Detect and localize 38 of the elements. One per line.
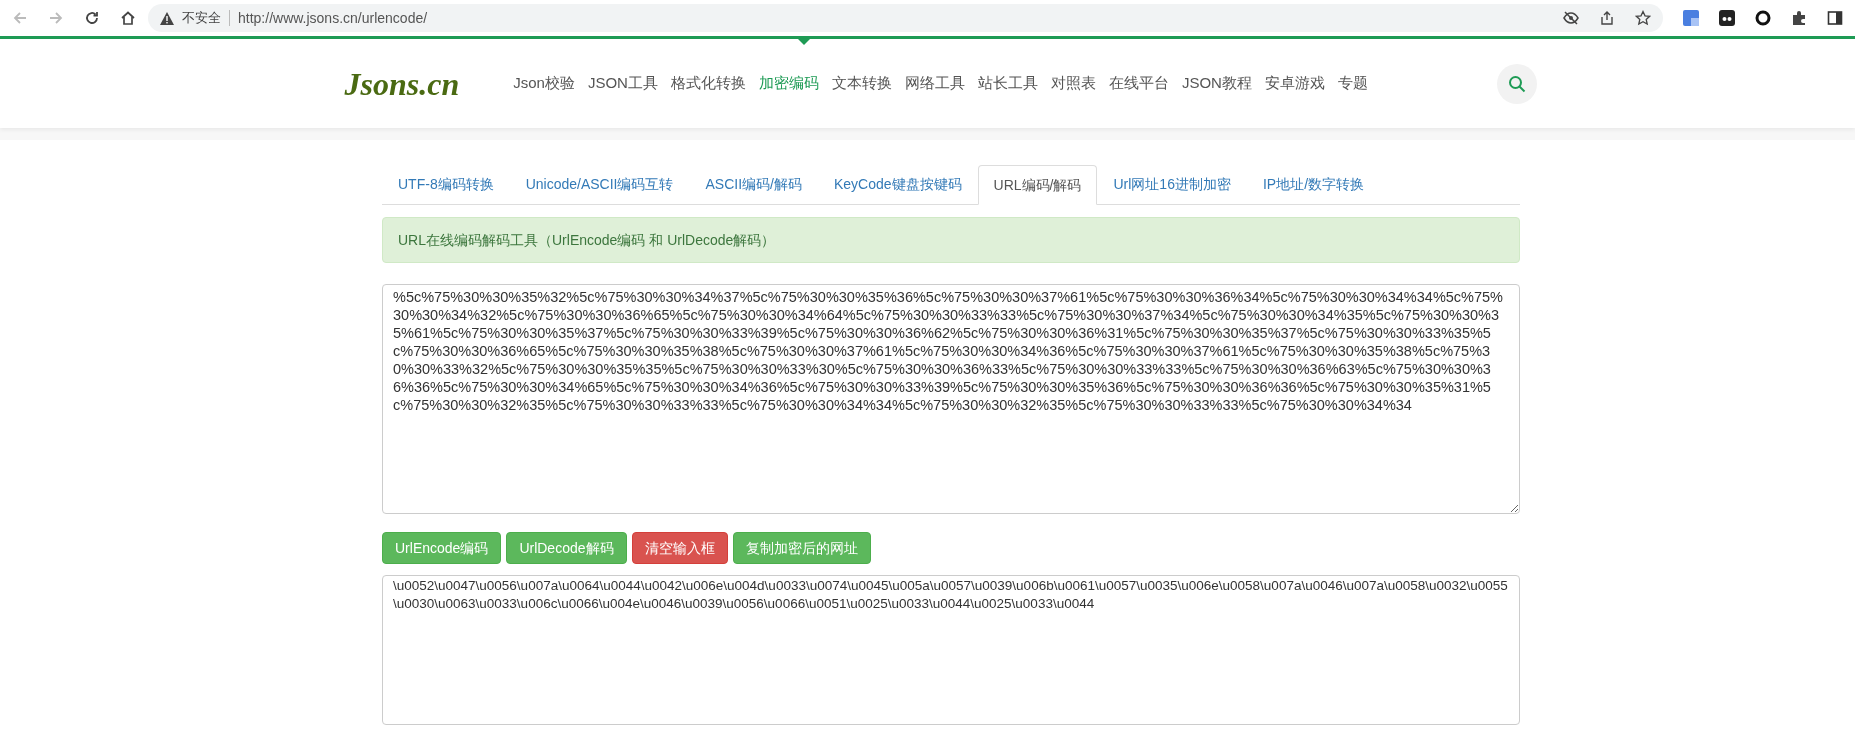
reload-icon[interactable] [84, 10, 100, 26]
nav-link[interactable]: JSON工具 [587, 72, 658, 95]
eye-off-icon[interactable] [1563, 10, 1579, 26]
clear-button[interactable]: 清空输入框 [631, 532, 728, 564]
circle-icon[interactable] [1755, 10, 1771, 26]
tab[interactable]: Unicode/ASCII编码互转 [509, 165, 690, 204]
tab[interactable]: Url网址16进制加密 [1097, 165, 1247, 204]
nav-link[interactable]: JSON教程 [1181, 72, 1252, 95]
puzzle-icon[interactable] [1791, 10, 1807, 26]
nav-link[interactable]: 站长工具 [977, 72, 1038, 95]
output-textarea[interactable]: \u0052\u0047\u0056\u007a\u0064\u0044\u0042\u006e\u004d\u0033\u0074\u0045\u005a\u0057\u0039\u006b\u0061\u0057\u0035\u006e\u0058\u007a\u0046\u007a\u0058\u0032\u0055\u0030\u0063\u0033\u006c\u0066\u004e\u0046\u0039\u0056\u0066\u0051\u0025\u0033\u0044\u0025\u0033\u0044 [382, 575, 1520, 725]
tab[interactable]: IP地址/数字转换 [1246, 165, 1381, 204]
site-logo[interactable]: Jsons.cn [344, 59, 460, 108]
nav-link[interactable]: 专题 [1337, 72, 1368, 95]
star-icon[interactable] [1635, 10, 1651, 26]
sidebar-icon[interactable] [1827, 10, 1843, 26]
tab[interactable]: UTF-8编码转换 [382, 165, 510, 204]
home-icon[interactable] [120, 10, 136, 26]
input-textarea[interactable]: %5c%75%30%30%35%32%5c%75%30%30%34%37%5c%75%30%30%35%36%5c%75%30%30%37%61%5c%75%30%30%36%34%5c%75%30%30%34%34%5c%75%30%30%34%32%5c%75%30%30%36%65%5c%75%30%30%34%64%5c%75%30%30%33%33%5c%75%30%30%37%34%5c%75%30%30%34%35%5c%75%30%30%35%61%5c%75%30%30%35%37%5c%75%30%30%33%39%5c%75%30%30%36%62%5c%75%30%30%36%31%5c%75%30%30%35%37%5c%75%30%30%33%35%5c%75%30%30%36%65%5c%75%30%30%35%38%5c%75%30%30%37%61%5c%75%30%30%34%36%5c%75%30%30%37%61%5c%75%30%30%35%38%5c%75%30%30%33%32%5c%75%30%30%35%35%5c%75%30%30%33%30%5c%75%30%30%36%33%5c%75%30%30%33%33%5c%75%30%30%36%63%5c%75%30%30%36%36%5c%75%30%30%34%65%5c%75%30%30%34%36%5c%75%30%30%33%39%5c%75%30%30%35%36%5c%75%30%30%36%36%5c%75%30%30%35%31%5c%75%30%30%32%35%5c%75%30%30%33%33%5c%75%30%30%34%34%5c%75%30%30%32%35%5c%75%30%30%33%33%5c%75%30%30%34%34 [382, 284, 1520, 514]
address-bar[interactable]: 不安全 http://www.jsons.cn/urlencode/ [148, 4, 1663, 32]
nav-link[interactable]: Json校验 [513, 72, 575, 95]
nav-link[interactable]: 文本转换 [831, 72, 892, 95]
tab[interactable]: ASCII编码/解码 [689, 165, 818, 204]
url-text: http://www.jsons.cn/urlencode/ [238, 8, 429, 28]
nav-link[interactable]: 安卓游戏 [1264, 72, 1325, 95]
search-icon [1507, 74, 1526, 93]
warning-icon [160, 11, 174, 25]
extension-icon[interactable] [1719, 10, 1735, 26]
nav-link[interactable]: 网络工具 [904, 72, 965, 95]
nav-link[interactable]: 格式化转换 [670, 72, 746, 95]
tab[interactable]: URL编码/解码 [977, 165, 1098, 205]
share-icon[interactable] [1599, 10, 1615, 26]
nav-link[interactable]: 对照表 [1050, 72, 1096, 95]
tab[interactable]: KeyCode键盘按键码 [817, 165, 978, 204]
nav-link[interactable]: 在线平台 [1108, 72, 1169, 95]
info-alert: URL在线编码解码工具（UrlEncode编码 和 UrlDecode解码） [382, 217, 1520, 263]
nav-link[interactable]: 加密编码 [758, 72, 819, 95]
security-label: 不安全 [182, 9, 221, 28]
